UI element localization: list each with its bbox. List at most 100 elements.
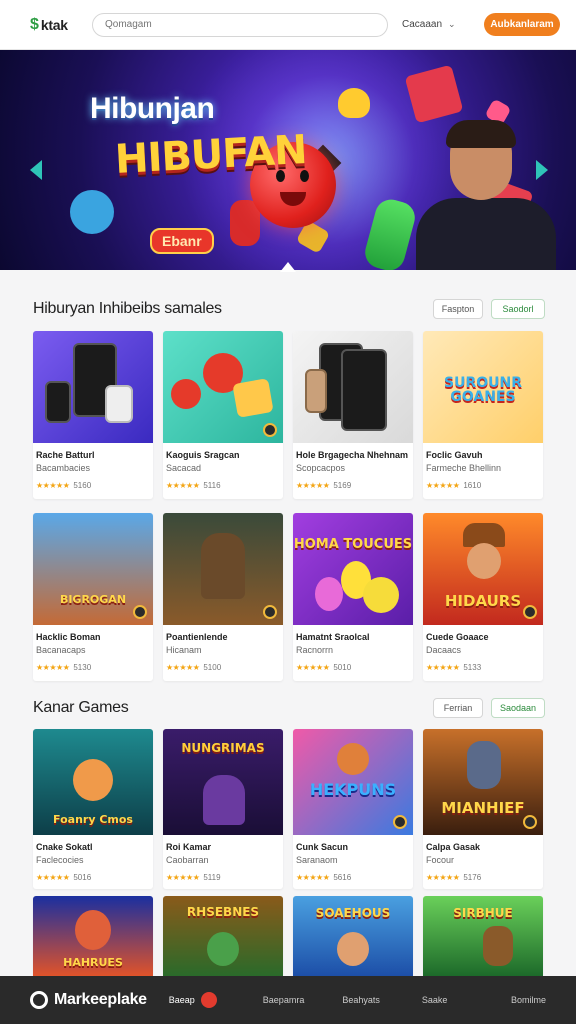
- card-subtitle: Farmeche Bhellinn: [426, 463, 502, 473]
- game-card[interactable]: RHSEBNES: [163, 896, 283, 976]
- sort-button[interactable]: Saodorl: [491, 299, 545, 319]
- footer-app-link[interactable]: Baeap: [169, 992, 217, 1008]
- card-title: Roi Kamar: [166, 842, 212, 852]
- game-card[interactable]: MIANHIEF Calpa Gasak Focour ★★★★★ 5176: [423, 729, 543, 889]
- card-title: Cnake Sokatl: [36, 842, 93, 852]
- filter-button[interactable]: Faspton: [433, 299, 483, 319]
- brand-logo-icon: [30, 991, 48, 1009]
- game-thumbnail: HOMA TOUCUES: [293, 513, 413, 625]
- game-card[interactable]: Foanry Cmos Cnake Sokatl Faclecocies ★★★…: [33, 729, 153, 889]
- game-card[interactable]: HAHRUES: [33, 896, 153, 976]
- footer-link[interactable]: Bomilme: [511, 995, 546, 1005]
- star-rating-icon: ★★★★★: [36, 663, 70, 672]
- card-badge-icon: [133, 605, 147, 619]
- footer-bar: Markeeplake Baeap Baepamra Beahyats Saak…: [0, 976, 576, 1024]
- thumbnail-text: SOAEHOUS: [315, 906, 391, 921]
- game-card[interactable]: Poantienlende Hicanam ★★★★★ 5100: [163, 513, 283, 681]
- game-card[interactable]: SUROUNR GOANES Foclic Gavuh Farmeche Bhe…: [423, 331, 543, 499]
- card-subtitle: Bacambacies: [36, 463, 91, 473]
- footer-link[interactable]: Baepamra: [263, 995, 305, 1005]
- carousel-prev-icon[interactable]: [30, 160, 42, 180]
- bell-icon: [338, 88, 370, 118]
- footer-link[interactable]: Saake: [422, 995, 448, 1005]
- thumbnail-text: RHSEBNES: [186, 904, 260, 919]
- card-subtitle: Saranaom: [296, 855, 338, 865]
- game-thumbnail: HEKPUNS: [293, 729, 413, 835]
- card-rating: 5176: [463, 873, 482, 882]
- header-cta-button[interactable]: Aubkanlaram: [484, 13, 560, 36]
- logo-text: ktak: [40, 16, 68, 33]
- star-rating-icon: ★★★★★: [296, 663, 330, 672]
- card-title: Foclic Gavuh: [426, 450, 483, 460]
- game-thumbnail: SOAEHOUS: [293, 896, 413, 976]
- card-subtitle: Dacaacs: [426, 645, 462, 655]
- section-title: Hiburyan Inhibeibs samales: [33, 300, 222, 317]
- search-input[interactable]: [92, 12, 388, 37]
- footer-app-label: Baeap: [168, 995, 195, 1005]
- card-rating: 1610: [463, 481, 482, 490]
- star-rating-icon: ★★★★★: [166, 663, 200, 672]
- language-selector[interactable]: Cacaaan ⌄: [402, 19, 456, 30]
- game-card[interactable]: Rache Batturl Bacambacies ★★★★★ 5160: [33, 331, 153, 499]
- footer-logo[interactable]: Markeeplake: [30, 991, 147, 1009]
- game-thumbnail: BIGROGAN: [33, 513, 153, 625]
- filter-button[interactable]: Ferrian: [433, 698, 483, 718]
- game-card[interactable]: SIRBHUE: [423, 896, 543, 976]
- game-card[interactable]: Kaoguis Sragcan Sacacad ★★★★★ 5116: [163, 331, 283, 499]
- hero-banner[interactable]: Hibunjan HIBUFAN Ebanr: [0, 50, 576, 270]
- card-title: Cunk Sacun: [296, 842, 349, 852]
- card-rating: 5133: [463, 663, 482, 672]
- footer-brand: Markeeplake: [54, 991, 147, 1008]
- card-rating: 5130: [73, 663, 92, 672]
- game-card[interactable]: HEKPUNS Cunk Sacun Saranaom ★★★★★ 5616: [293, 729, 413, 889]
- sort-button[interactable]: Saodaan: [491, 698, 545, 718]
- card-rating: 5160: [73, 481, 92, 490]
- game-thumbnail: SUROUNR GOANES: [423, 331, 543, 443]
- game-thumbnail: [293, 331, 413, 443]
- card-title: Poantienlende: [166, 632, 228, 642]
- card-subtitle: Focour: [426, 855, 455, 865]
- card-title: Kaoguis Sragcan: [166, 450, 240, 460]
- game-thumbnail: HIDAURS: [423, 513, 543, 625]
- thumbnail-text: MIANHIEF: [441, 799, 525, 818]
- game-thumbnail: RHSEBNES: [163, 896, 283, 976]
- game-card[interactable]: SOAEHOUS: [293, 896, 413, 976]
- game-card[interactable]: HIDAURS Cuede Goaace Dacaacs ★★★★★ 5133: [423, 513, 543, 681]
- card-rating: 5616: [333, 873, 352, 882]
- thumbnail-text: BIGROGAN: [59, 592, 127, 606]
- thumbnail-text: SUROUNR GOANES: [444, 374, 522, 405]
- star-rating-icon: ★★★★★: [166, 873, 200, 882]
- game-card[interactable]: HOMA TOUCUES Hamatnt Sraolcal Racnorrn ★…: [293, 513, 413, 681]
- card-badge-icon: [393, 815, 407, 829]
- card-subtitle: Racnorrn: [296, 645, 334, 655]
- game-card[interactable]: Hole Brgagecha Nhehnam Scopcacpos ★★★★★ 5…: [293, 331, 413, 499]
- card-subtitle: Hicanam: [166, 645, 202, 655]
- star-rating-icon: ★★★★★: [296, 481, 330, 490]
- game-thumbnail: Foanry Cmos: [33, 729, 153, 835]
- card-title: Calpa Gasak: [426, 842, 481, 852]
- card-badge-icon: [263, 605, 277, 619]
- star-rating-icon: ★★★★★: [426, 663, 460, 672]
- game-thumbnail: [163, 513, 283, 625]
- game-thumbnail: [33, 331, 153, 443]
- game-thumbnail: HAHRUES: [33, 896, 153, 976]
- game-thumbnail: SIRBHUE: [423, 896, 543, 976]
- card-badge-icon: [523, 815, 537, 829]
- game-card[interactable]: NUNGRIMAS Roi Kamar Caobarran ★★★★★ 5119: [163, 729, 283, 889]
- game-thumbnail: [163, 331, 283, 443]
- footer-link[interactable]: Beahyats: [342, 995, 380, 1005]
- game-thumbnail: NUNGRIMAS: [163, 729, 283, 835]
- game-card[interactable]: BIGROGAN Hacklic Boman Bacanacaps ★★★★★ 5…: [33, 513, 153, 681]
- star-rating-icon: ★★★★★: [36, 481, 70, 490]
- card-subtitle: Sacacad: [166, 463, 202, 473]
- section-header: Kanar Games Ferrian Saodaan: [33, 697, 545, 719]
- card-rating: 5100: [203, 663, 222, 672]
- chevron-down-icon: ⌄: [448, 19, 456, 29]
- brand-logo[interactable]: $ ktak: [30, 16, 92, 34]
- star-rating-icon: ★★★★★: [426, 481, 460, 490]
- star-rating-icon: ★★★★★: [36, 873, 70, 882]
- language-label: Cacaaan: [402, 19, 443, 30]
- hero-person-image: [410, 120, 560, 270]
- card-rating: 5016: [73, 873, 92, 882]
- card-subtitle: Scopcacpos: [296, 463, 346, 473]
